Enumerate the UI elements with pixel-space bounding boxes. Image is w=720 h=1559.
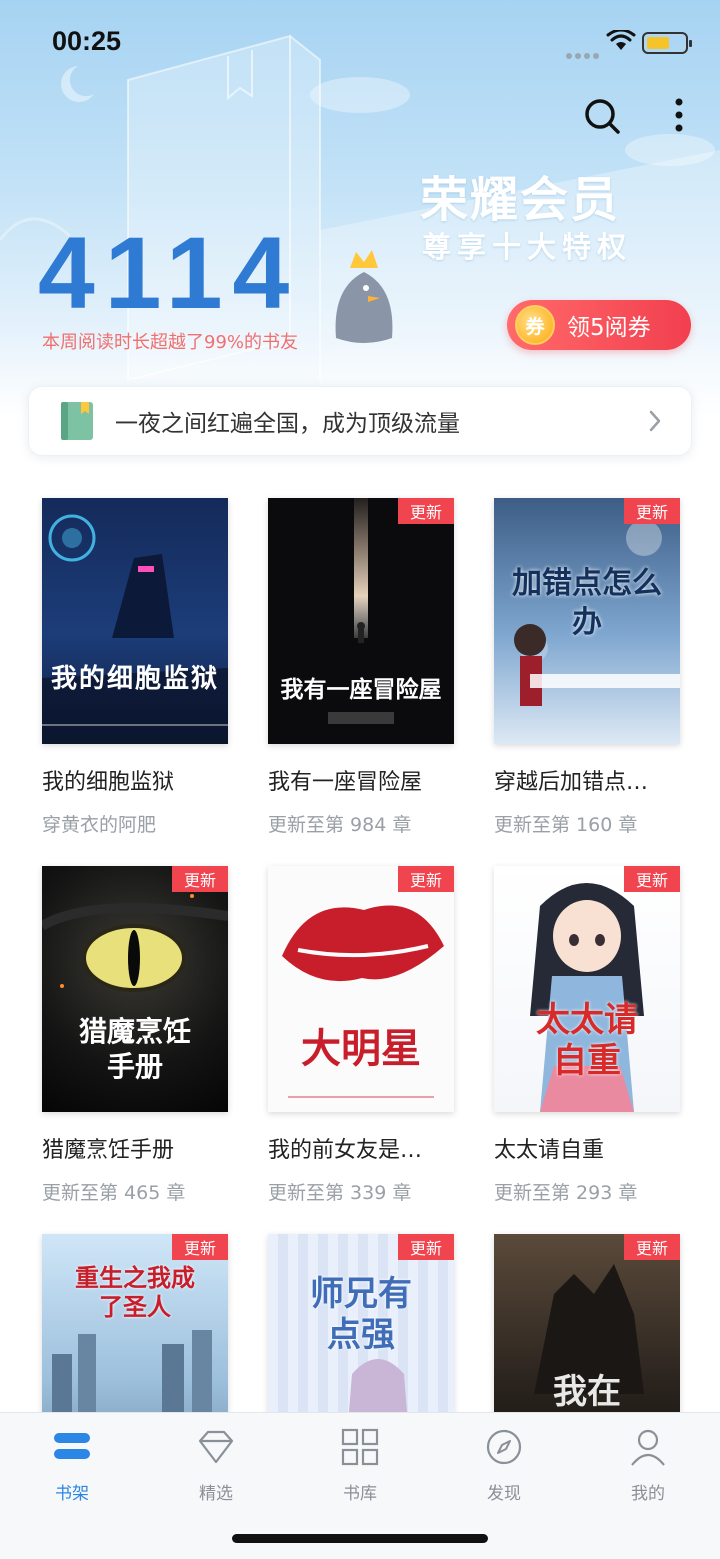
clock: 00:25 <box>52 26 122 56</box>
bookshelf-icon <box>54 1433 90 1459</box>
book-title: 穿越后加错点… <box>494 770 649 795</box>
tab-label: 我的 <box>631 1484 665 1504</box>
battery-icon <box>642 32 692 54</box>
book-card[interactable]: 大明星 更新 我的前女友是… 更新至第 339 章 <box>268 866 454 1205</box>
status-bar: 00:25 <box>0 0 720 86</box>
book-update-status: 更新至第 160 章 <box>494 814 638 836</box>
book-author: 穿黄衣的阿肥 <box>42 814 157 836</box>
tab-label: 书架 <box>55 1484 89 1504</box>
update-badge: 更新 <box>172 866 228 892</box>
update-badge: 更新 <box>398 1234 454 1260</box>
update-badge: 更新 <box>172 1234 228 1260</box>
wifi-icon <box>606 30 636 50</box>
book-card[interactable]: 我的细胞监狱 我的细胞监狱 穿黄衣的阿肥 <box>42 498 228 837</box>
tab-label: 发现 <box>487 1484 521 1504</box>
vip-subtitle: 尊享十大特权 <box>422 230 633 264</box>
notice-text: 一夜之间红遍全国，成为顶级流量 <box>115 411 460 437</box>
book-icon <box>61 402 93 440</box>
recommend-notice-bar[interactable]: 一夜之间红遍全国，成为顶级流量 <box>28 386 692 456</box>
update-badge: 更新 <box>624 866 680 892</box>
update-badge: 更新 <box>398 866 454 892</box>
book-cover[interactable]: 加错点怎么办 更新 <box>494 498 680 744</box>
book-cover[interactable]: 太太请自重 更新 <box>494 866 680 1112</box>
compass-icon <box>486 1429 522 1465</box>
book-update-status: 更新至第 984 章 <box>268 814 412 836</box>
diamond-icon <box>198 1430 234 1464</box>
update-badge: 更新 <box>624 1234 680 1260</box>
book-cover[interactable]: 猎魔烹饪手册 更新 <box>42 866 228 1112</box>
book-cover[interactable]: 我的细胞监狱 <box>42 498 228 744</box>
tab-label: 书库 <box>343 1484 377 1504</box>
book-card[interactable]: 太太请自重 更新 太太请自重 更新至第 293 章 <box>494 866 680 1205</box>
home-indicator[interactable] <box>232 1534 488 1543</box>
update-badge: 更新 <box>624 498 680 524</box>
book-cover[interactable]: 大明星 更新 <box>268 866 454 1112</box>
cover-title: 大明星 <box>301 1025 421 1072</box>
claim-coupon-label: 领5阅券 <box>567 315 651 341</box>
weekly-reading-minutes[interactable]: 4114 <box>38 222 299 324</box>
cover-title: 猎魔烹饪手册 <box>78 1015 191 1083</box>
grid-icon <box>341 1428 379 1466</box>
header-banner: 00:25 荣耀会员 尊享十大特权 4114 本周阅读时长超越了99%的书友 券… <box>0 0 720 415</box>
cellular-signal-icon <box>566 44 602 63</box>
claim-coupon-button[interactable]: 券 领5阅券 <box>507 300 691 350</box>
update-badge: 更新 <box>398 498 454 524</box>
reading-rank-text: 本周阅读时长超越了99%的书友 <box>42 332 299 353</box>
tab-profile[interactable]: 我的 <box>576 1427 720 1504</box>
vip-title[interactable]: 荣耀会员 <box>420 160 620 230</box>
book-card[interactable]: 猎魔烹饪手册 更新 猎魔烹饪手册 更新至第 465 章 <box>42 866 228 1205</box>
tab-discover[interactable]: 发现 <box>432 1427 576 1504</box>
tab-library[interactable]: 书库 <box>288 1427 432 1504</box>
cover-title: 加错点怎么办 <box>512 566 662 640</box>
book-title: 猎魔烹饪手册 <box>42 1138 175 1163</box>
search-icon[interactable] <box>582 96 622 136</box>
profile-icon <box>631 1429 665 1466</box>
book-title: 我的前女友是… <box>268 1138 423 1163</box>
more-options-icon[interactable] <box>668 96 690 136</box>
cover-title: 师兄有点强 <box>310 1274 412 1355</box>
coupon-coin-icon: 券 <box>515 305 555 345</box>
tab-label: 精选 <box>199 1484 233 1504</box>
tab-featured[interactable]: 精选 <box>144 1427 288 1504</box>
book-update-status: 更新至第 339 章 <box>268 1182 412 1204</box>
cover-title: 太太请自重 <box>536 1000 638 1081</box>
book-title: 太太请自重 <box>494 1138 605 1163</box>
cover-title: 我在 <box>553 1372 621 1412</box>
penguin-mascot-icon <box>335 250 393 343</box>
book-update-status: 更新至第 465 章 <box>42 1182 186 1204</box>
cover-title: 我的细胞监狱 <box>50 664 219 694</box>
cover-title: 重生之我成了圣人 <box>75 1263 195 1321</box>
book-title: 我有一座冒险屋 <box>268 770 423 795</box>
chevron-right-icon <box>649 410 661 432</box>
book-card[interactable]: 加错点怎么办 更新 穿越后加错点… 更新至第 160 章 <box>494 498 680 837</box>
book-card[interactable]: 我有一座冒险屋 更新 我有一座冒险屋 更新至第 984 章 <box>268 498 454 837</box>
book-cover[interactable]: 我有一座冒险屋 更新 <box>268 498 454 744</box>
tab-bookshelf[interactable]: 书架 <box>0 1427 144 1504</box>
cover-title: 我有一座冒险屋 <box>280 676 442 703</box>
book-update-status: 更新至第 293 章 <box>494 1182 638 1204</box>
book-title: 我的细胞监狱 <box>42 770 175 795</box>
